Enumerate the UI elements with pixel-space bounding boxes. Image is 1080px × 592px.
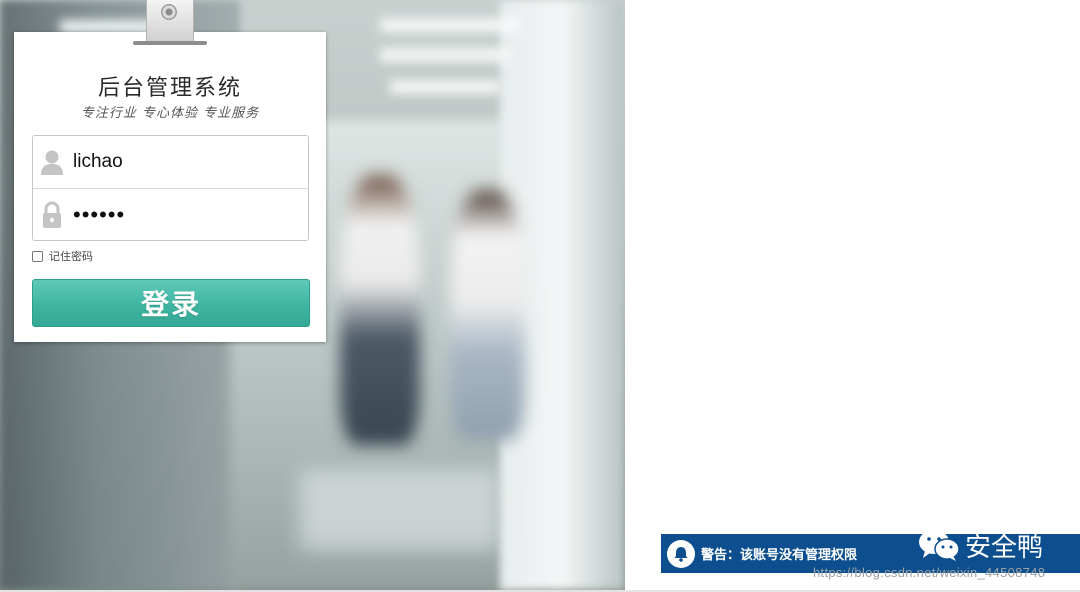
brand-logo: 安全鸭 — [917, 527, 1043, 563]
ceiling-light — [390, 80, 500, 94]
remember-password[interactable]: 记住密码 — [32, 247, 93, 265]
card-clip-bar — [133, 41, 207, 45]
credentials-group: lichao •••••• — [32, 135, 309, 241]
wechat-icon — [917, 528, 961, 562]
bell-icon — [667, 539, 695, 568]
ceiling-light — [380, 48, 510, 62]
password-field[interactable]: •••••• — [33, 188, 308, 240]
login-button[interactable]: 登录 — [32, 279, 310, 327]
alert-message: 警告：该账号没有管理权限 — [701, 548, 858, 563]
remember-checkbox[interactable] — [32, 250, 43, 262]
user-icon — [33, 136, 71, 188]
ceiling-light — [380, 18, 520, 32]
watermark-url: https://blog.csdn.net/weixin_44508748 — [813, 565, 1046, 580]
lock-icon — [33, 189, 71, 241]
remember-label: 记住密码 — [49, 250, 93, 263]
password-input[interactable]: •••••• — [71, 202, 125, 228]
background-person — [450, 190, 525, 440]
page-title: 后台管理系统 — [97, 76, 242, 101]
login-card: 后台管理系统 专注行业 专心体验 专业服务 lichao •••••• 记住密码… — [14, 32, 326, 342]
brand-name: 安全鸭 — [965, 532, 1044, 563]
floor-reflection — [300, 470, 500, 550]
username-field[interactable]: lichao — [33, 136, 308, 188]
page: 后台管理系统 专注行业 专心体验 专业服务 lichao •••••• 记住密码… — [0, 0, 1080, 592]
page-subtitle: 专注行业 专心体验 专业服务 — [80, 106, 260, 121]
username-input[interactable]: lichao — [71, 151, 123, 173]
background-person — [340, 175, 420, 445]
card-clip — [146, 0, 194, 44]
